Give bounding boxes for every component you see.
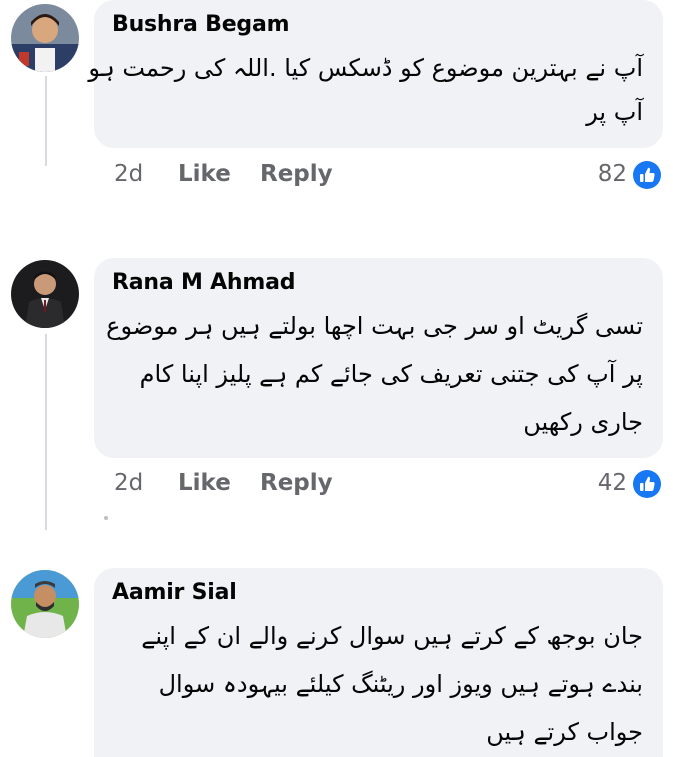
comment-text-line: آپ نے بہترین موضوع کو ڈسکس کیا .اللہ کی …: [88, 54, 643, 82]
comment-rana-m-ahmad: Rana M Ahmad تسی گریٹ او سر جی بہت اچھا …: [0, 258, 673, 538]
thread-line: [45, 334, 47, 530]
comment-text-line: آپ پر: [586, 98, 643, 126]
comment-timestamp[interactable]: 2d: [114, 470, 143, 496]
like-reaction-icon: [633, 470, 661, 498]
comment-bubble: Bushra Begam آپ نے بہترین موضوع کو ڈسکس …: [88, 0, 663, 148]
profile-photo-child-icon: [11, 4, 79, 72]
profile-photo-man-outdoor-icon: [11, 570, 79, 638]
like-button[interactable]: Like: [178, 470, 231, 496]
like-button[interactable]: Like: [178, 161, 231, 187]
thread-line: [45, 76, 47, 166]
comment-text-line: جان بوجھ کے کرتے ہیں سوال کرنے والے ان ک…: [141, 622, 643, 650]
thread-dot: [104, 516, 108, 520]
comment-bubble: Rana M Ahmad تسی گریٹ او سر جی بہت اچھا …: [94, 258, 663, 458]
comment-text-line: جاری رکھیں: [523, 408, 643, 436]
profile-photo-man-suit-icon: [11, 260, 79, 328]
comment-text-line: بندے ہوتے ہیں ویوز اور ریٹنگ کیلئے بیہود…: [158, 670, 643, 698]
comment-author[interactable]: Bushra Begam: [112, 12, 290, 37]
comment-timestamp[interactable]: 2d: [114, 161, 143, 187]
reaction-summary[interactable]: 42: [581, 470, 661, 500]
reaction-count: 82: [597, 161, 627, 187]
comment-author[interactable]: Rana M Ahmad: [112, 270, 296, 295]
like-reaction-icon: [633, 161, 661, 189]
comment-bubble: Aamir Sial جان بوجھ کے کرتے ہیں سوال کرن…: [94, 568, 663, 757]
comment-bushra-begam: Bushra Begam آپ نے بہترین موضوع کو ڈسکس …: [0, 0, 673, 200]
comment-author[interactable]: Aamir Sial: [112, 580, 237, 605]
reaction-summary[interactable]: 82: [581, 161, 661, 191]
reply-button[interactable]: Reply: [260, 161, 333, 187]
reply-button[interactable]: Reply: [260, 470, 333, 496]
comment-aamir-sial: Aamir Sial جان بوجھ کے کرتے ہیں سوال کرن…: [0, 568, 673, 757]
comment-text-line: تسی گریٹ او سر جی بہت اچھا بولتے ہیں ہر …: [106, 312, 643, 340]
reaction-count: 42: [597, 470, 627, 496]
avatar[interactable]: [11, 570, 79, 638]
avatar[interactable]: [11, 260, 79, 328]
avatar[interactable]: [11, 4, 79, 72]
comment-text-line: پر آپ کی جتنی تعریف کی جائے کم ہے پلیز ا…: [139, 360, 643, 388]
comment-text-line: جواب کرتے ہیں: [486, 718, 643, 746]
